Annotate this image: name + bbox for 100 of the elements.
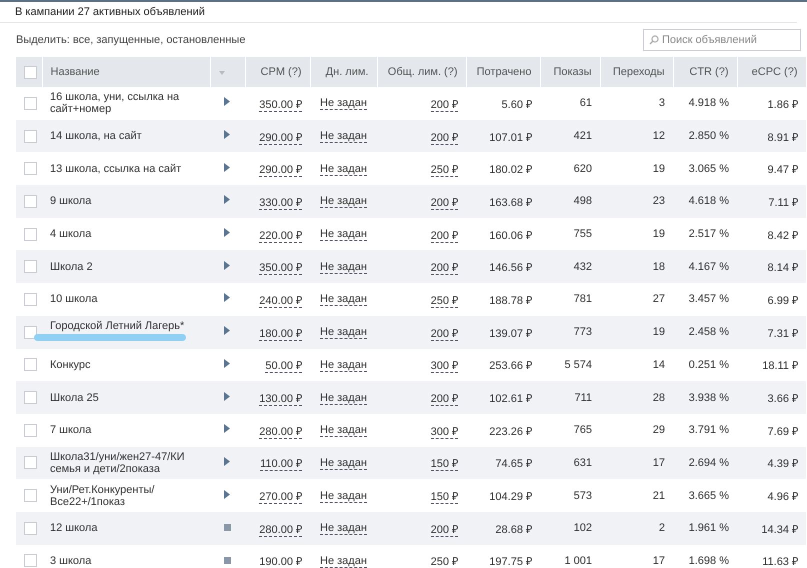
ad-name[interactable]: 14 школа, на сайт [50,130,202,142]
daily-limit-value[interactable]: Не задан [320,424,367,438]
total-limit-value[interactable]: 250 ₽ [430,556,458,568]
play-icon[interactable] [224,260,230,270]
row-checkbox[interactable] [24,292,37,306]
cpm-value[interactable]: 350.00 ₽ [259,98,302,112]
row-checkbox[interactable] [24,228,37,241]
select-all-checkbox[interactable] [24,66,37,78]
row-checkbox[interactable] [24,326,37,339]
row-checkbox[interactable] [24,162,37,176]
daily-limit-value[interactable]: Не задан [320,554,367,568]
total-limit-value[interactable]: 200 ₽ [430,262,458,276]
ad-name[interactable]: 12 школа [50,522,202,534]
column-header[interactable]: Название [42,57,210,87]
cpm-value[interactable]: 190.00 ₽ [259,556,302,568]
row-checkbox[interactable] [24,391,37,404]
play-icon[interactable] [224,424,230,434]
ad-name[interactable]: Городской Летний Лагерь* [50,320,202,332]
total-limit-value[interactable]: 200 ₽ [430,98,458,112]
play-icon[interactable] [224,392,230,401]
cpm-value[interactable]: 180.00 ₽ [259,328,302,341]
sort-caret-icon[interactable] [218,71,224,75]
select-link[interactable]: запущенные [96,34,160,46]
play-icon[interactable] [224,358,230,368]
cpm-value[interactable]: 50.00 ₽ [265,360,302,374]
column-header[interactable]: CTR (?) [673,57,737,87]
row-checkbox[interactable] [24,130,37,143]
column-header[interactable]: eCPC (?) [737,57,806,87]
total-limit-value[interactable]: 250 ₽ [430,164,458,178]
column-header[interactable]: CPM (?) [245,57,310,87]
play-icon[interactable] [224,456,230,466]
total-limit-value[interactable]: 200 ₽ [430,196,458,210]
ad-name[interactable]: Школа31/уни/жен27-47/КИ семья и дети/2показа [50,450,202,475]
daily-limit-value[interactable]: Не задан [320,522,367,536]
daily-limit-value[interactable]: Не задан [320,260,367,274]
select-link[interactable]: все [72,34,90,46]
row-checkbox[interactable] [24,358,37,372]
cpm-value[interactable]: 290.00 ₽ [259,164,302,178]
daily-limit-value[interactable]: Не задан [320,490,367,503]
daily-limit-value[interactable]: Не задан [320,195,367,208]
daily-limit-value[interactable]: Не задан [320,293,367,306]
row-checkbox[interactable] [24,554,37,568]
column-header[interactable]: Переходы [600,57,673,87]
stop-icon[interactable] [224,524,231,532]
play-icon[interactable] [224,490,230,499]
row-checkbox[interactable] [24,96,37,110]
ad-name[interactable]: Конкурс [50,358,202,371]
total-limit-value[interactable]: 200 ₽ [430,230,458,243]
column-header[interactable]: Дн. лим. [310,57,377,87]
play-icon[interactable] [224,326,230,336]
select-link[interactable]: остановленные [166,34,246,46]
total-limit-value[interactable]: 200 ₽ [430,132,458,145]
ad-name[interactable]: 16 школа, уни, ссылка на сайт+номер [50,91,202,116]
ad-name[interactable]: 7 школа [50,424,202,436]
ad-name[interactable]: Уни/Рет.Конкуренты/ Все22+/1показ [50,484,202,508]
daily-limit-value[interactable]: Не задан [320,162,367,176]
row-checkbox[interactable] [24,424,37,437]
column-header[interactable]: Показы [540,57,600,87]
ad-name[interactable]: 3 школа [50,554,202,567]
daily-limit-value[interactable]: Не задан [320,392,367,405]
row-checkbox[interactable] [24,522,37,535]
row-checkbox[interactable] [24,489,37,502]
ad-name[interactable]: 9 школа [50,195,202,208]
cpm-value[interactable]: 290.00 ₽ [259,132,302,145]
ad-name[interactable]: 10 школа [50,293,202,306]
play-icon[interactable] [224,195,230,204]
daily-limit-value[interactable]: Не задан [320,228,367,242]
daily-limit-value[interactable]: Не задан [320,358,367,372]
play-icon[interactable] [224,293,230,302]
column-header[interactable]: Потрачено [466,57,540,87]
ad-name[interactable]: 13 школа, ссылка на сайт [50,162,202,175]
cpm-value[interactable]: 270.00 ₽ [259,491,302,504]
row-checkbox[interactable] [24,260,37,274]
total-limit-value[interactable]: 300 ₽ [430,426,458,439]
play-icon[interactable] [224,130,230,140]
cpm-value[interactable]: 350.00 ₽ [259,262,302,276]
total-limit-value[interactable]: 200 ₽ [430,393,458,406]
play-icon[interactable] [224,97,230,106]
ad-name[interactable]: 4 школа [50,228,202,240]
daily-limit-value[interactable]: Не задан [320,97,367,110]
total-limit-value[interactable]: 200 ₽ [430,328,458,341]
cpm-value[interactable]: 130.00 ₽ [259,393,302,406]
play-icon[interactable] [224,162,230,172]
daily-limit-value[interactable]: Не задан [320,130,367,144]
search-field[interactable]: Поиск объявлений [643,29,801,51]
stop-icon[interactable] [224,556,231,564]
ad-name[interactable]: Школа 25 [50,392,202,404]
ad-name[interactable]: Школа 2 [50,260,202,273]
cpm-value[interactable]: 220.00 ₽ [259,230,302,243]
row-checkbox[interactable] [24,456,37,470]
cpm-value[interactable]: 240.00 ₽ [259,294,302,308]
total-limit-value[interactable]: 300 ₽ [430,360,458,374]
cpm-value[interactable]: 280.00 ₽ [259,524,302,537]
daily-limit-value[interactable]: Не задан [320,326,367,340]
column-header[interactable]: Общ. лим. (?) [377,57,466,87]
total-limit-value[interactable]: 200 ₽ [430,524,458,537]
cpm-value[interactable]: 330.00 ₽ [259,196,302,210]
play-icon[interactable] [224,228,230,238]
daily-limit-value[interactable]: Не задан [320,456,367,470]
cpm-value[interactable]: 110.00 ₽ [260,458,302,472]
